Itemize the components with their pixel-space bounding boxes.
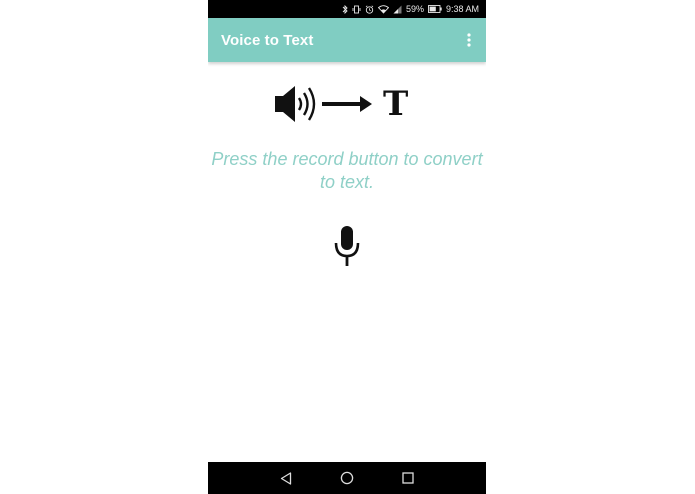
nav-recents-button[interactable] xyxy=(400,470,416,486)
screen: 59% 9:38 AM Voice to Text T Press the re… xyxy=(0,0,695,494)
record-button[interactable] xyxy=(327,222,367,270)
status-bar: 59% 9:38 AM xyxy=(208,0,486,18)
back-icon xyxy=(280,471,292,485)
overflow-menu-icon xyxy=(467,33,471,47)
bluetooth-icon xyxy=(342,4,348,14)
phone-screen: 59% 9:38 AM Voice to Text T Press the re… xyxy=(208,0,486,494)
instruction-text: Press the record button to convert to te… xyxy=(211,149,483,192)
signal-icon xyxy=(393,5,402,14)
arrow-right-icon xyxy=(322,96,372,112)
home-icon xyxy=(340,471,354,485)
microphone-icon xyxy=(334,226,360,266)
speaker-icon xyxy=(275,86,372,122)
vibrate-icon xyxy=(352,5,361,14)
alarm-icon xyxy=(365,4,374,14)
voice-to-text-illustration: T xyxy=(208,82,486,128)
recents-icon xyxy=(402,472,414,484)
wifi-icon xyxy=(377,4,389,14)
battery-icon xyxy=(428,5,442,13)
text-letter: T xyxy=(383,84,409,124)
nav-back-button[interactable] xyxy=(278,470,294,486)
app-title: Voice to Text xyxy=(221,31,314,49)
status-time: 9:38 AM xyxy=(445,4,479,14)
battery-percent: 59% xyxy=(405,4,424,14)
app-bar: Voice to Text xyxy=(208,18,486,62)
nav-home-button[interactable] xyxy=(339,470,355,486)
overflow-menu-button[interactable] xyxy=(462,30,476,50)
navigation-bar xyxy=(208,462,486,494)
